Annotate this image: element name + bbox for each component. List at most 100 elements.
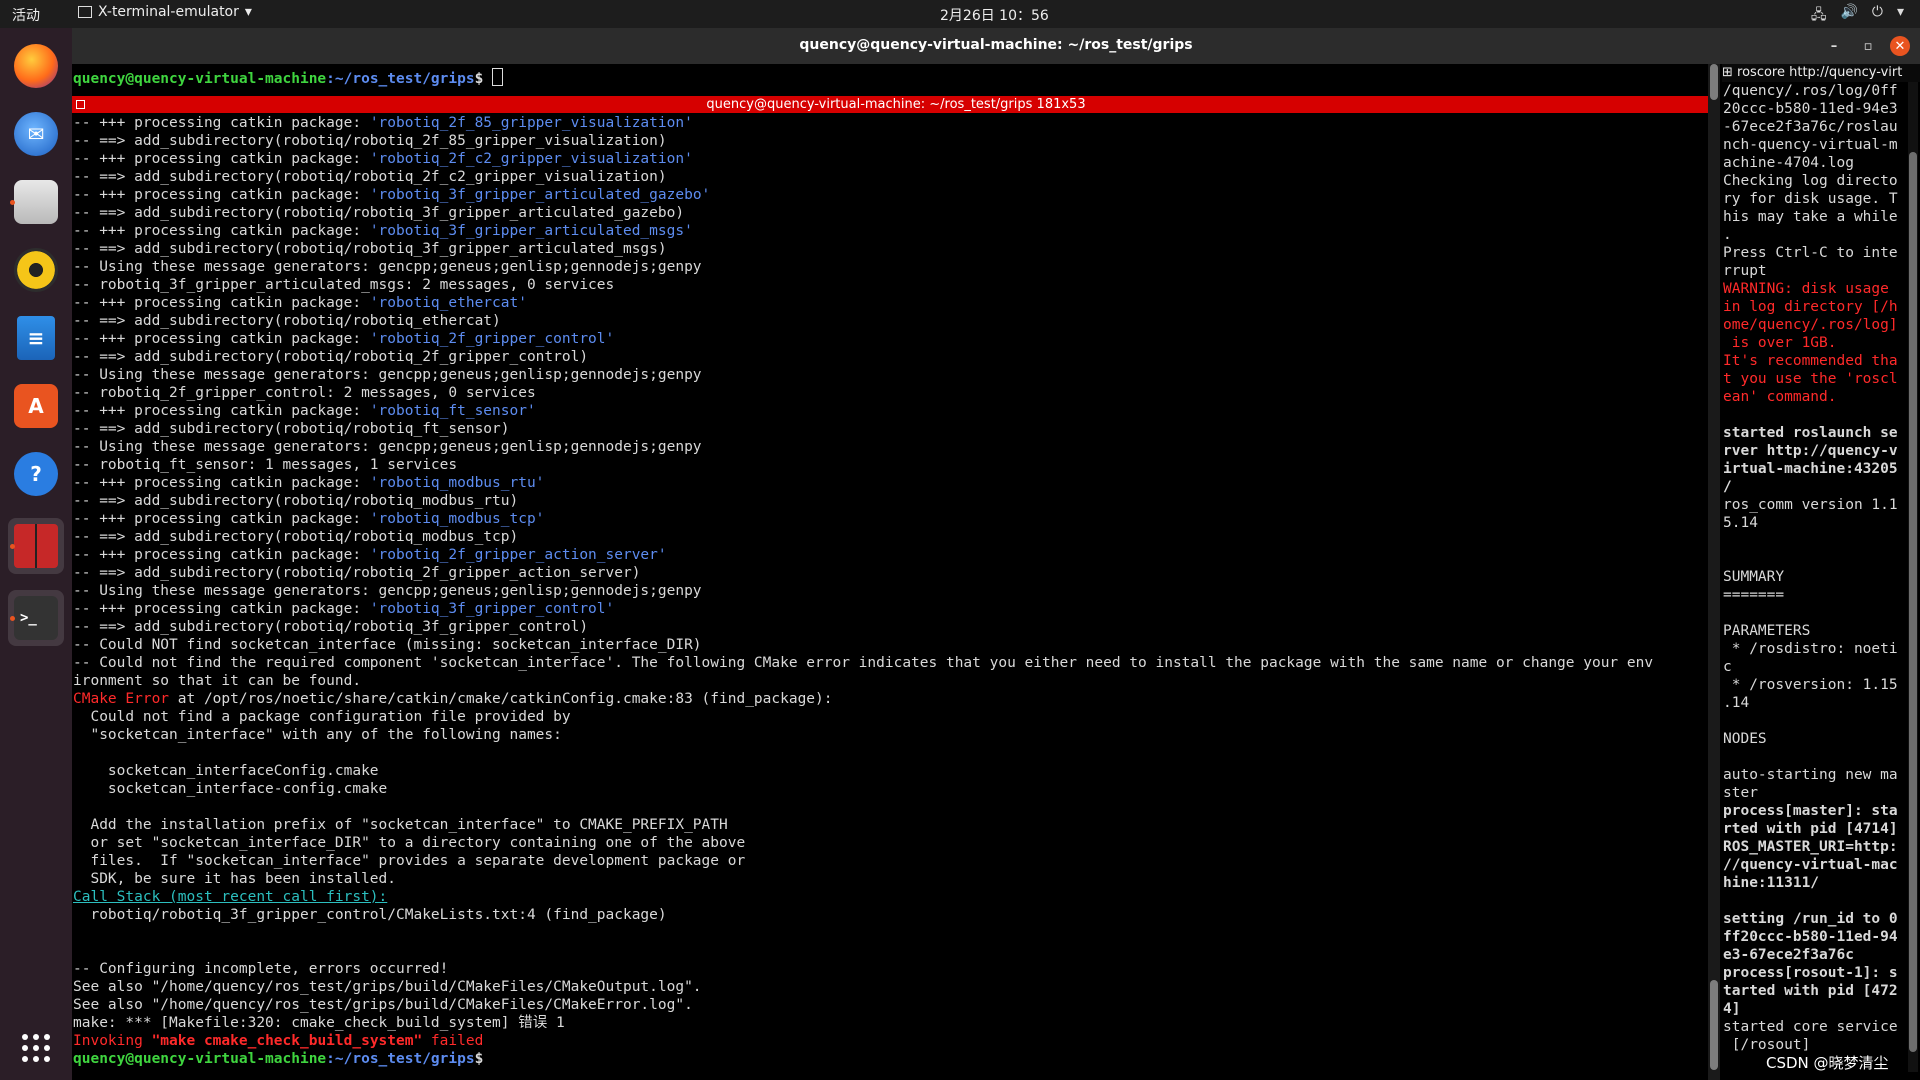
roscore-line-segment: rted with pid [4714] [1723,821,1898,837]
terminal-line: socketcan_interface-config.cmake [73,780,1653,798]
terminal-line-segment: -- Could NOT find socketcan_interface (m… [73,637,702,653]
terminal-line-segment: -- robotiq_ft_sensor: 1 messages, 1 serv… [73,457,458,473]
clock[interactable]: 2月26日 10：56 [940,5,1049,25]
terminal-line: -- +++ processing catkin package: 'robot… [73,474,1653,492]
app-menu[interactable]: X-terminal-emulator ▾ [78,4,252,20]
dock: ✉ ≡ A ? >_ [0,28,72,1080]
show-applications-button[interactable] [8,1020,64,1076]
roscore-line: started roslaunch se [1723,424,1898,442]
dock-item-terminal[interactable]: >_ [8,590,64,646]
terminal-line: -- +++ processing catkin package: 'robot… [73,600,1653,618]
roscore-line: ean' command. [1723,388,1898,406]
terminal-line: ironment so that it can be found. [73,672,1653,690]
minimize-button[interactable]: – [1824,36,1844,56]
terminal-line-segment: -- ==> add_subdirectory(robotiq/robotiq_… [73,619,589,635]
top-bar: 活动 X-terminal-emulator ▾ 2月26日 10：56 🖧 🔊… [0,0,1920,28]
roscore-line: setting /run_id to 0 [1723,910,1898,928]
files-icon [14,180,58,224]
terminal-line-segment: -- ==> add_subdirectory(robotiq/robotiq_… [73,421,510,437]
terminal-line-segment: -- +++ processing catkin package: [73,601,370,617]
dock-item-thunderbird[interactable]: ✉ [8,106,64,162]
terminal-line-segment: 'robotiq_3f_gripper_control' [369,601,615,617]
terminal-output: -- +++ processing catkin package: 'robot… [73,114,1653,1068]
roscore-scrollbar[interactable] [1908,82,1918,1072]
terminal-line-segment: -- Configuring incomplete, errors occurr… [73,961,449,977]
terminal-line: -- Using these message generators: gencp… [73,438,1653,456]
roscore-line-segment: started roslaunch se [1723,425,1898,441]
terminal-line: -- ==> add_subdirectory(robotiq/robotiq_… [73,348,1653,366]
close-button[interactable]: ✕ [1890,36,1910,56]
roscore-line-segment: Press Ctrl-C to inte [1723,245,1898,261]
terminal-line-segment: Invoking [73,1033,152,1049]
dock-item-rhythmbox[interactable] [8,242,64,298]
roscore-line: 20ccc-b580-11ed-94e3 [1723,100,1898,118]
running-indicator [10,616,15,621]
roscore-line-segment: irtual-machine:43205 [1723,461,1898,477]
pane-menu-icon[interactable]: ⊞ [1722,65,1737,80]
network-icon[interactable]: 🖧 [1811,4,1827,28]
terminal-line-segment: -- ==> add_subdirectory(robotiq/robotiq_… [73,565,641,581]
pane-title: quency@quency-virtual-machine: ~/ros_tes… [706,97,1086,112]
terminal-line: -- robotiq_ft_sensor: 1 messages, 1 serv… [73,456,1653,474]
terminal-line: -- robotiq_2f_gripper_control: 2 message… [73,384,1653,402]
roscore-line: t you use the 'roscl [1723,370,1898,388]
roscore-line-segment: /quency/.ros/log/0ff [1723,83,1898,99]
terminal-pane-top[interactable]: quency@quency-virtual-machine:~/ros_test… [72,64,1707,92]
power-icon[interactable]: ⏻ [1872,4,1883,28]
terminal-line: quency@quency-virtual-machine:~/ros_test… [73,1050,1653,1068]
dock-item-terminal-layout[interactable] [8,518,64,574]
roscore-line: ster [1723,784,1898,802]
roscore-line: ======= [1723,586,1898,604]
roscore-pane-header[interactable]: ⊞ roscore http://quency-virt [1722,64,1920,82]
scrollbar-thumb-top[interactable] [1710,64,1718,100]
terminal-line-segment: quency@quency-virtual-machine [73,1051,327,1067]
terminal-line-segment: make: *** [Makefile:320: cmake_check_bui… [73,1015,565,1031]
scrollbar-thumb[interactable] [1909,152,1917,1052]
dock-item-firefox[interactable] [8,38,64,94]
dock-item-help[interactable]: ? [8,446,64,502]
terminal-pane-title-bar[interactable]: quency@quency-virtual-machine: ~/ros_tes… [72,96,1720,113]
terminal-line-segment: 'robotiq_3f_gripper_articulated_gazebo' [369,187,711,203]
roscore-output: /quency/.ros/log/0ff 20ccc-b580-11ed-94e3… [1723,82,1898,1054]
terminal-line: -- Could not find the required component… [73,654,1653,672]
window-title-bar[interactable]: quency@quency-virtual-machine: ~/ros_tes… [72,28,1920,64]
roscore-line-segment: //quency-virtual-mac [1723,857,1898,873]
terminal-line: -- +++ processing catkin package: 'robot… [73,510,1653,528]
roscore-line: SUMMARY [1723,568,1898,586]
maximize-button[interactable]: ▫ [1858,36,1878,56]
terminal-scrollbar[interactable] [1708,64,1720,1080]
roscore-line-segment: hine:11311/ [1723,875,1820,891]
roscore-line-segment: ff20ccc-b580-11ed-94 [1723,929,1898,945]
dock-item-writer[interactable]: ≡ [8,310,64,366]
terminal-line-segment: See also "/home/quency/ros_test/grips/bu… [73,997,693,1013]
roscore-line: * /rosdistro: noeti [1723,640,1898,658]
terminal-line: files. If "socketcan_interface" provides… [73,852,1653,870]
terminal-line: "socketcan_interface" with any of the fo… [73,726,1653,744]
roscore-pane-title: roscore http://quency-virt [1737,65,1903,80]
roscore-line: ​ [1723,532,1898,550]
terminal-line: SDK, be sure it has been installed. [73,870,1653,888]
terminal-pane-roscore[interactable]: ⊞ roscore http://quency-virt /quency/.ro… [1722,64,1920,1080]
volume-icon[interactable]: 🔊 [1840,4,1857,28]
chevron-down-icon[interactable]: ▾ [1897,4,1904,28]
roscore-line-segment: .14 [1723,695,1750,711]
scrollbar-thumb[interactable] [1710,980,1718,1070]
dock-item-files[interactable] [8,174,64,230]
terminal-pane-main[interactable]: -- +++ processing catkin package: 'robot… [72,114,1712,1080]
roscore-line: / [1723,478,1898,496]
terminal-line-segment: ironment so that it can be found. [73,673,362,689]
terminal-line-segment: 'robotiq_2f_gripper_action_server' [369,547,667,563]
activities-button[interactable]: 活动 [12,5,40,25]
roscore-line-segment: in log directory [/h [1723,299,1898,315]
roscore-line-segment: ry for disk usage. T [1723,191,1898,207]
roscore-line-segment: e3-67ece2f3a76c [1723,947,1854,963]
roscore-line: ff20ccc-b580-11ed-94 [1723,928,1898,946]
system-tray[interactable]: 🖧 🔊 ⏻ ▾ [1811,4,1904,28]
firefox-icon [14,44,58,88]
dock-item-app-store[interactable]: A [8,378,64,434]
terminal-line-segment: socketcan_interface-config.cmake [73,781,388,797]
terminal-line-segment: socketcan_interfaceConfig.cmake [73,763,379,779]
terminal-line: -- +++ processing catkin package: 'robot… [73,186,1653,204]
terminal-line: ​ [73,924,1653,942]
roscore-line: nch-quency-virtual-m [1723,136,1898,154]
